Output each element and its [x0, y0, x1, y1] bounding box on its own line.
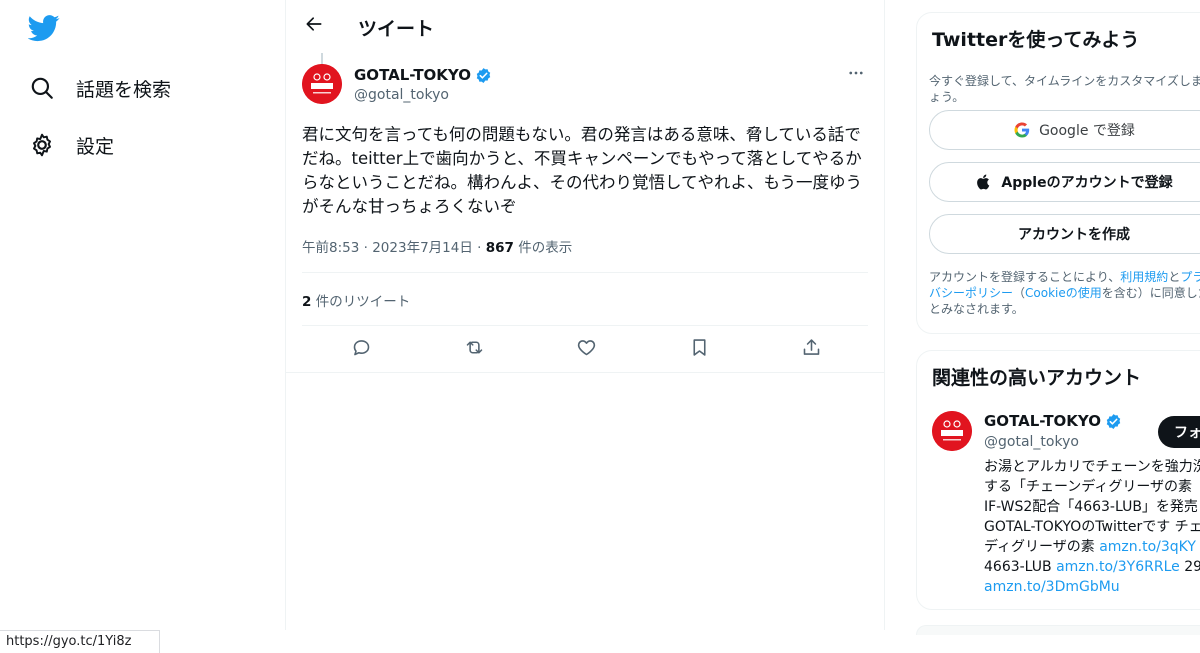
views-label: 件の表示: [518, 240, 573, 256]
retweet-stats[interactable]: 2 件のリツイート: [302, 290, 410, 310]
retweet-button[interactable]: [461, 336, 487, 362]
author-name[interactable]: GOTAL-TOKYO: [354, 66, 492, 84]
retweets-count: 2: [302, 294, 312, 310]
bio-line: amzn.to/3DmGbMu: [984, 577, 1200, 597]
apple-signup-label: Appleのアカウントで登録: [1001, 175, 1173, 191]
legal-text: （: [1013, 286, 1026, 300]
tweet-time[interactable]: 午前8:53: [302, 240, 359, 256]
more-options-button[interactable]: [844, 64, 868, 86]
legal-text: と: [1168, 270, 1181, 284]
apple-icon: [975, 173, 993, 191]
nav-item-settings[interactable]: 設定: [28, 125, 114, 165]
back-button[interactable]: [300, 12, 328, 40]
cookie-link[interactable]: Cookieの使用: [1025, 286, 1102, 300]
bookmark-button[interactable]: [686, 336, 712, 362]
retweet-icon: [464, 337, 485, 362]
reply-icon: [351, 337, 372, 362]
search-icon: [28, 74, 56, 102]
next-card-edge: [916, 625, 1200, 635]
bio-link[interactable]: amzn.to/3Y6RRLe: [1056, 559, 1180, 575]
nav-item-explore[interactable]: 話題を検索: [28, 68, 171, 108]
author-name-text: GOTAL-TOKYO: [354, 66, 472, 84]
nav-item-explore-label: 話題を検索: [76, 78, 172, 101]
follow-label: フォロー: [1174, 425, 1200, 441]
views-count: 867: [485, 240, 514, 256]
tweet-actions: [302, 336, 868, 362]
tweet-author: GOTAL-TOKYO @gotal_tokyo: [302, 64, 868, 108]
bio-line: GOTAL-TOKYOのTwitterです チェーン: [984, 519, 1200, 535]
bio-line: 4663-LUB amzn.to/3Y6RRLe 291: [984, 557, 1200, 577]
signup-card: Twitterを使ってみよう 今すぐ登録して、タイムラインをカスタマイズしましょ…: [916, 12, 1200, 334]
google-signup-button[interactable]: Google で登録: [929, 110, 1200, 150]
verified-badge-icon: [1105, 413, 1122, 430]
share-button[interactable]: [798, 336, 824, 362]
divider: [286, 372, 884, 373]
gear-icon: [28, 131, 56, 159]
create-account-button[interactable]: アカウントを作成: [929, 214, 1200, 254]
related-title: 関連性の高いアカウント: [932, 367, 1142, 389]
bio-text: 291: [1184, 559, 1200, 575]
column-divider: [884, 0, 885, 630]
avatar[interactable]: [932, 411, 972, 451]
page-title: ツイート: [358, 18, 435, 40]
retweets-label: 件のリツイート: [315, 294, 411, 310]
tweet-meta: 午前8:53 · 2023年7月14日 · 867 件の表示: [302, 236, 572, 256]
main-column: ツイート GOTAL-TOKYO @gotal_tokyo 君に文句を言っても何…: [286, 0, 884, 630]
like-button[interactable]: [573, 336, 599, 362]
related-account-name-text: GOTAL-TOKYO: [984, 412, 1102, 430]
bio-text: 4663-LUB: [984, 559, 1057, 575]
separator: ·: [477, 240, 482, 256]
legal-notice: アカウントを登録することにより、利用規約とプライバシーポリシー（Cookieの使…: [929, 269, 1200, 317]
bio-link[interactable]: amzn.to/3qKY: [1099, 539, 1196, 555]
signup-title: Twitterを使ってみよう: [932, 29, 1140, 51]
heart-icon: [576, 337, 597, 362]
share-icon: [801, 337, 822, 362]
tweet-date[interactable]: 2023年7月14日: [372, 240, 473, 256]
separator: ·: [363, 240, 368, 256]
bookmark-icon: [689, 337, 710, 362]
google-icon: [1013, 121, 1031, 139]
apple-signup-button[interactable]: Appleのアカウントで登録: [929, 162, 1200, 202]
bio-line: IF-WS2配合「4663-LUB」を発売: [984, 499, 1198, 515]
arrow-left-icon: [304, 14, 324, 38]
page-header: ツイート: [286, 0, 884, 53]
bio-line: ディグリーザの素 amzn.to/3qKY: [984, 537, 1200, 557]
avatar[interactable]: [302, 64, 342, 104]
divider: [302, 272, 868, 273]
reply-button[interactable]: [348, 336, 374, 362]
terms-link[interactable]: 利用規約: [1120, 270, 1168, 284]
google-signup-label: Google で登録: [1039, 123, 1135, 139]
related-account-handle[interactable]: @gotal_tokyo: [984, 434, 1079, 450]
legal-text: アカウントを登録することにより、: [929, 270, 1121, 284]
follow-button[interactable]: フォロー: [1158, 416, 1200, 448]
more-horizontal-icon: [847, 64, 865, 86]
verified-badge-icon: [475, 67, 492, 84]
create-account-label: アカウントを作成: [1018, 227, 1130, 243]
browser-status-url: https://gyo.tc/1Yi8z: [0, 630, 160, 653]
left-nav: 話題を検索 設定: [0, 0, 285, 630]
bio-text: ディグリーザの素: [984, 539, 1100, 555]
author-handle[interactable]: @gotal_tokyo: [354, 87, 449, 103]
related-account-bio: お湯とアルカリでチェーンを強力洗浄 する「チェーンディグリーザの素 IF-WS2…: [984, 457, 1200, 597]
divider: [302, 325, 868, 326]
tweet-text: 君に文句を言っても何の問題もない。君の発言はある意味、脅している話でだね。tei…: [302, 125, 863, 216]
bio-line: お湯とアルカリでチェーンを強力洗浄: [984, 459, 1200, 475]
related-account-name[interactable]: GOTAL-TOKYO: [984, 412, 1122, 430]
signup-subtitle: 今すぐ登録して、タイムラインをカスタマイズしましょう。: [929, 74, 1200, 104]
bio-link[interactable]: amzn.to/3DmGbMu: [984, 579, 1120, 595]
nav-item-settings-label: 設定: [76, 135, 115, 158]
related-accounts-card: 関連性の高いアカウント GOTAL-TOKYO @gotal_tokyo フォロ…: [916, 350, 1200, 610]
twitter-bird-icon[interactable]: [27, 12, 60, 44]
bio-line: する「チェーンディグリーザの素: [984, 479, 1193, 495]
